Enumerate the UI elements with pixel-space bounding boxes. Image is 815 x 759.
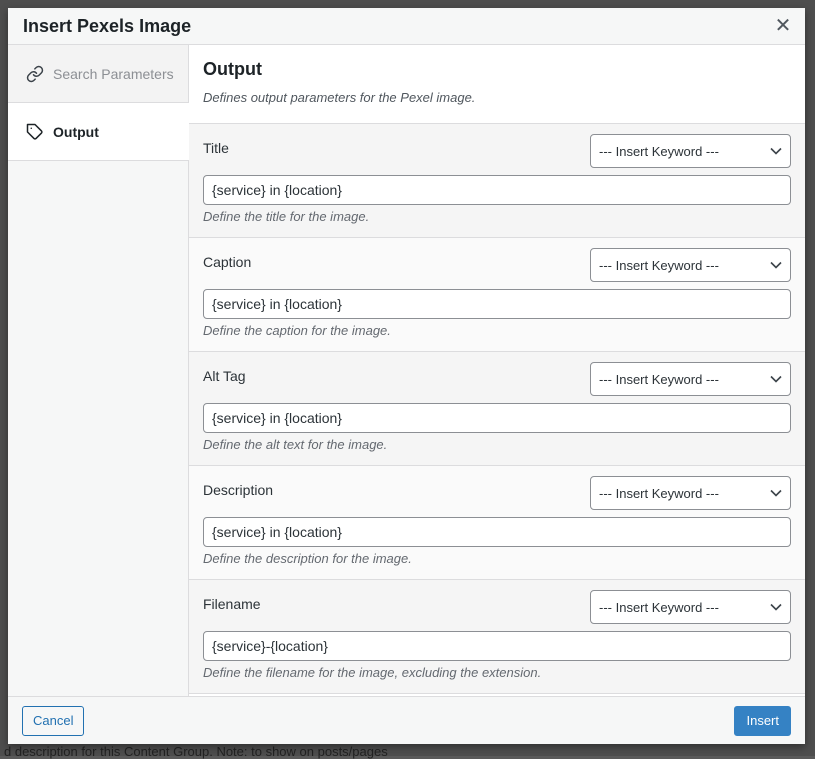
- sidebar: Search Parameters Output: [8, 45, 189, 696]
- modal-body: Search Parameters Output Output Defines …: [8, 45, 805, 696]
- field-description: Description --- Insert Keyword --- Defin…: [189, 466, 805, 580]
- select-value: --- Insert Keyword ---: [599, 257, 719, 273]
- description-input[interactable]: [203, 517, 791, 547]
- cancel-button[interactable]: Cancel: [22, 705, 85, 736]
- field-label: Title: [203, 140, 229, 156]
- chevron-down-icon: [770, 261, 782, 269]
- modal-title: Insert Pexels Image: [23, 15, 192, 36]
- select-value: --- Insert Keyword ---: [599, 599, 719, 615]
- insert-pexels-image-modal: Insert Pexels Image ✕ Search Parameters: [8, 8, 805, 744]
- sidebar-item-label: Search Parameters: [53, 65, 174, 82]
- field-filename: Filename --- Insert Keyword --- Define t…: [189, 580, 805, 694]
- link-icon: [26, 65, 44, 83]
- close-button[interactable]: ✕: [773, 16, 793, 36]
- sidebar-item-search-parameters[interactable]: Search Parameters: [8, 45, 188, 103]
- field-help: Define the caption for the image.: [203, 323, 391, 338]
- alt-tag-input[interactable]: [203, 403, 791, 433]
- tag-icon: [26, 123, 44, 141]
- chevron-down-icon: [770, 375, 782, 383]
- insert-keyword-select[interactable]: --- Insert Keyword ---: [590, 134, 791, 168]
- modal-footer: Cancel Insert: [8, 696, 805, 744]
- insert-button[interactable]: Insert: [734, 705, 791, 736]
- filename-input[interactable]: [203, 631, 791, 661]
- field-title: Title --- Insert Keyword --- Define the …: [189, 124, 805, 238]
- caption-input[interactable]: [203, 289, 791, 319]
- field-help: Define the alt text for the image.: [203, 437, 388, 452]
- insert-keyword-select[interactable]: --- Insert Keyword ---: [590, 248, 791, 282]
- output-header: Output Defines output parameters for the…: [189, 45, 805, 124]
- section-description: Defines output parameters for the Pexel …: [203, 90, 476, 105]
- close-icon: ✕: [774, 15, 792, 37]
- output-panel: Output Defines output parameters for the…: [189, 45, 805, 696]
- chevron-down-icon: [770, 147, 782, 155]
- select-value: --- Insert Keyword ---: [599, 485, 719, 501]
- chevron-down-icon: [770, 489, 782, 497]
- insert-keyword-select[interactable]: --- Insert Keyword ---: [590, 476, 791, 510]
- modal-header: Insert Pexels Image ✕: [8, 8, 805, 45]
- field-caption: Caption --- Insert Keyword --- Define th…: [189, 238, 805, 352]
- field-alt-tag: Alt Tag --- Insert Keyword --- Define th…: [189, 352, 805, 466]
- select-value: --- Insert Keyword ---: [599, 143, 719, 159]
- field-label: Filename: [203, 596, 261, 612]
- field-help: Define the description for the image.: [203, 551, 412, 566]
- field-label: Caption: [203, 254, 252, 270]
- insert-keyword-select[interactable]: --- Insert Keyword ---: [590, 590, 791, 624]
- field-help: Define the title for the image.: [203, 209, 370, 224]
- section-title: Output: [203, 59, 262, 79]
- field-help: Define the filename for the image, exclu…: [203, 665, 542, 680]
- sidebar-item-label: Output: [53, 123, 99, 140]
- field-label: Alt Tag: [203, 368, 246, 384]
- select-value: --- Insert Keyword ---: [599, 371, 719, 387]
- chevron-down-icon: [770, 603, 782, 611]
- title-input[interactable]: [203, 175, 791, 205]
- insert-keyword-select[interactable]: --- Insert Keyword ---: [590, 362, 791, 396]
- field-label: Description: [203, 482, 274, 498]
- background-page-text: d description for this Content Group. No…: [4, 744, 388, 759]
- sidebar-item-output[interactable]: Output: [8, 103, 189, 161]
